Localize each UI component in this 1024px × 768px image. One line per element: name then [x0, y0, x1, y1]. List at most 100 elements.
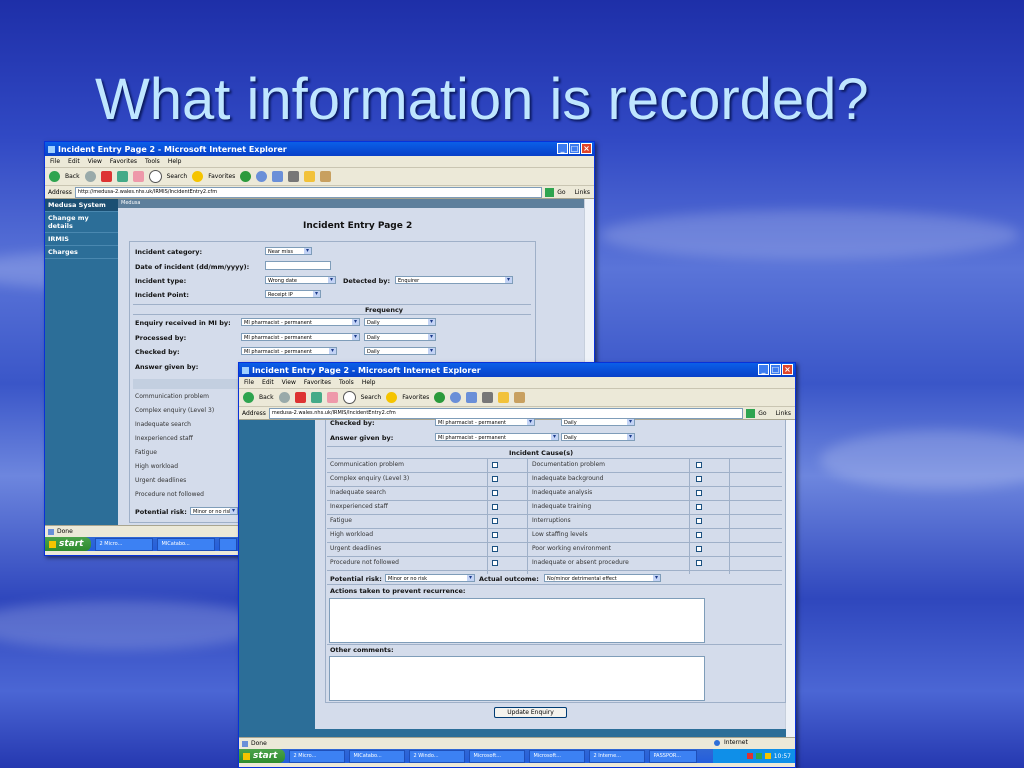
sidebar-item-medusa-system[interactable]: Medusa System: [45, 199, 118, 212]
menu-help[interactable]: Help: [168, 158, 182, 165]
cause-inadequate-training-checkbox[interactable]: [696, 504, 702, 510]
back-label[interactable]: Back: [65, 173, 80, 180]
taskbar-item[interactable]: MICatabo...: [349, 749, 406, 763]
stop-icon[interactable]: [100, 171, 112, 182]
answer-given-by-frequency[interactable]: Daily: [561, 433, 635, 441]
go-icon[interactable]: [746, 408, 756, 418]
go-label[interactable]: Go: [557, 189, 565, 196]
search-label[interactable]: Search: [167, 173, 188, 180]
cause-interruptions-checkbox[interactable]: [696, 518, 702, 524]
folder-icon[interactable]: [498, 392, 510, 403]
taskbar-item[interactable]: 2 Windo...: [409, 749, 466, 763]
cause-poor-environment-checkbox[interactable]: [696, 546, 702, 552]
incident-point-select[interactable]: Receipt IP: [265, 290, 321, 298]
menu-help[interactable]: Help: [362, 379, 376, 386]
home-icon[interactable]: [326, 392, 338, 403]
edit-icon[interactable]: [320, 171, 332, 182]
favorites-star-icon[interactable]: [386, 392, 398, 403]
address-input[interactable]: medusa-2.wales.nhs.uk/IRMIS/IncidentEntr…: [268, 407, 744, 419]
potential-risk-select[interactable]: Minor or no risk: [385, 574, 475, 582]
cause-inexperienced-staff-checkbox[interactable]: [492, 504, 498, 510]
cause-complex-enquiry-checkbox[interactable]: [492, 476, 498, 482]
taskbar-item[interactable]: Microsoft...: [529, 749, 586, 763]
folder-icon[interactable]: [304, 171, 316, 182]
menu-favorites[interactable]: Favorites: [304, 379, 331, 386]
taskbar-item[interactable]: [219, 537, 238, 551]
mail-icon[interactable]: [272, 171, 284, 182]
cause-urgent-deadlines-checkbox[interactable]: [492, 546, 498, 552]
start-button[interactable]: start: [239, 749, 286, 763]
actions-taken-textarea[interactable]: [329, 598, 705, 643]
other-comments-textarea[interactable]: [329, 656, 705, 701]
menu-view[interactable]: View: [88, 158, 102, 165]
taskbar-item[interactable]: 2 Micro...: [95, 537, 154, 551]
menu-favorites[interactable]: Favorites: [110, 158, 137, 165]
media-icon[interactable]: [434, 392, 446, 403]
maximize-button[interactable]: □: [569, 143, 580, 154]
cause-low-staffing-checkbox[interactable]: [696, 532, 702, 538]
cause-high-workload-checkbox[interactable]: [492, 532, 498, 538]
forward-arrow-icon[interactable]: [84, 171, 96, 182]
back-arrow-icon[interactable]: [243, 392, 254, 403]
print-icon[interactable]: [288, 171, 300, 182]
actual-outcome-select[interactable]: No/minor detrimental effect: [544, 574, 661, 582]
incident-category-select[interactable]: Near miss: [265, 247, 312, 255]
enquiry-received-frequency[interactable]: Daily: [364, 318, 436, 326]
answer-given-by-select[interactable]: MI pharmacist - permanent: [435, 433, 559, 441]
print-icon[interactable]: [482, 392, 494, 403]
cause-documentation-checkbox[interactable]: [696, 462, 702, 468]
processed-by-frequency[interactable]: Daily: [364, 333, 436, 341]
potential-risk-select[interactable]: Minor or no risk: [190, 507, 238, 515]
minimize-button[interactable]: _: [557, 143, 568, 154]
taskbar-item[interactable]: 2 Interne...: [589, 749, 646, 763]
minimize-button[interactable]: _: [758, 364, 769, 375]
checked-by-select[interactable]: MI pharmacist - permanent: [241, 347, 337, 355]
menu-edit[interactable]: Edit: [68, 158, 80, 165]
detected-by-select[interactable]: Enquirer: [395, 276, 513, 284]
maximize-button[interactable]: □: [770, 364, 781, 375]
back-label[interactable]: Back: [259, 394, 274, 401]
menu-tools[interactable]: Tools: [339, 379, 354, 386]
menu-file[interactable]: File: [244, 379, 254, 386]
edit-icon[interactable]: [514, 392, 526, 403]
close-button[interactable]: ×: [782, 364, 793, 375]
menu-view[interactable]: View: [282, 379, 296, 386]
incident-type-select[interactable]: Wrong date: [265, 276, 336, 284]
search-label[interactable]: Search: [361, 394, 382, 401]
update-enquiry-button[interactable]: Update Enquiry: [494, 707, 567, 718]
forward-arrow-icon[interactable]: [278, 392, 290, 403]
sidebar-item-charges[interactable]: Charges: [45, 246, 118, 259]
tray-icon[interactable]: [746, 753, 753, 759]
history-icon[interactable]: [256, 171, 268, 182]
start-button[interactable]: start: [45, 537, 92, 551]
cause-procedure-not-followed-checkbox[interactable]: [492, 560, 498, 566]
menu-edit[interactable]: Edit: [262, 379, 274, 386]
cause-inadequate-search-checkbox[interactable]: [492, 490, 498, 496]
favorites-label[interactable]: Favorites: [402, 394, 429, 401]
links-label[interactable]: Links: [776, 410, 791, 417]
taskbar-item[interactable]: Microsoft...: [469, 749, 526, 763]
refresh-icon[interactable]: [310, 392, 322, 403]
links-label[interactable]: Links: [575, 189, 590, 196]
favorites-label[interactable]: Favorites: [208, 173, 235, 180]
tray-icon[interactable]: [764, 753, 771, 759]
window-titlebar[interactable]: Incident Entry Page 2 - Microsoft Intern…: [45, 142, 594, 156]
cause-inadequate-analysis-checkbox[interactable]: [696, 490, 702, 496]
vertical-scrollbar[interactable]: [785, 420, 795, 737]
cause-fatigue-checkbox[interactable]: [492, 518, 498, 524]
tray-icon[interactable]: [755, 753, 762, 759]
window-titlebar[interactable]: Incident Entry Page 2 - Microsoft Intern…: [239, 363, 795, 377]
media-icon[interactable]: [240, 171, 252, 182]
go-icon[interactable]: [545, 187, 555, 197]
enquiry-received-select[interactable]: MI pharmacist - permanent: [241, 318, 360, 326]
back-arrow-icon[interactable]: [49, 171, 60, 182]
search-icon[interactable]: [342, 391, 356, 404]
taskbar-item[interactable]: 2 Micro...: [289, 749, 346, 763]
home-icon[interactable]: [132, 171, 144, 182]
sidebar-item-change-details[interactable]: Change my details: [45, 212, 118, 233]
refresh-icon[interactable]: [116, 171, 128, 182]
processed-by-select[interactable]: MI pharmacist - permanent: [241, 333, 360, 341]
menu-file[interactable]: File: [50, 158, 60, 165]
checked-by-frequency[interactable]: Daily: [561, 418, 635, 426]
checked-by-select[interactable]: MI pharmacist - permanent: [435, 418, 535, 426]
